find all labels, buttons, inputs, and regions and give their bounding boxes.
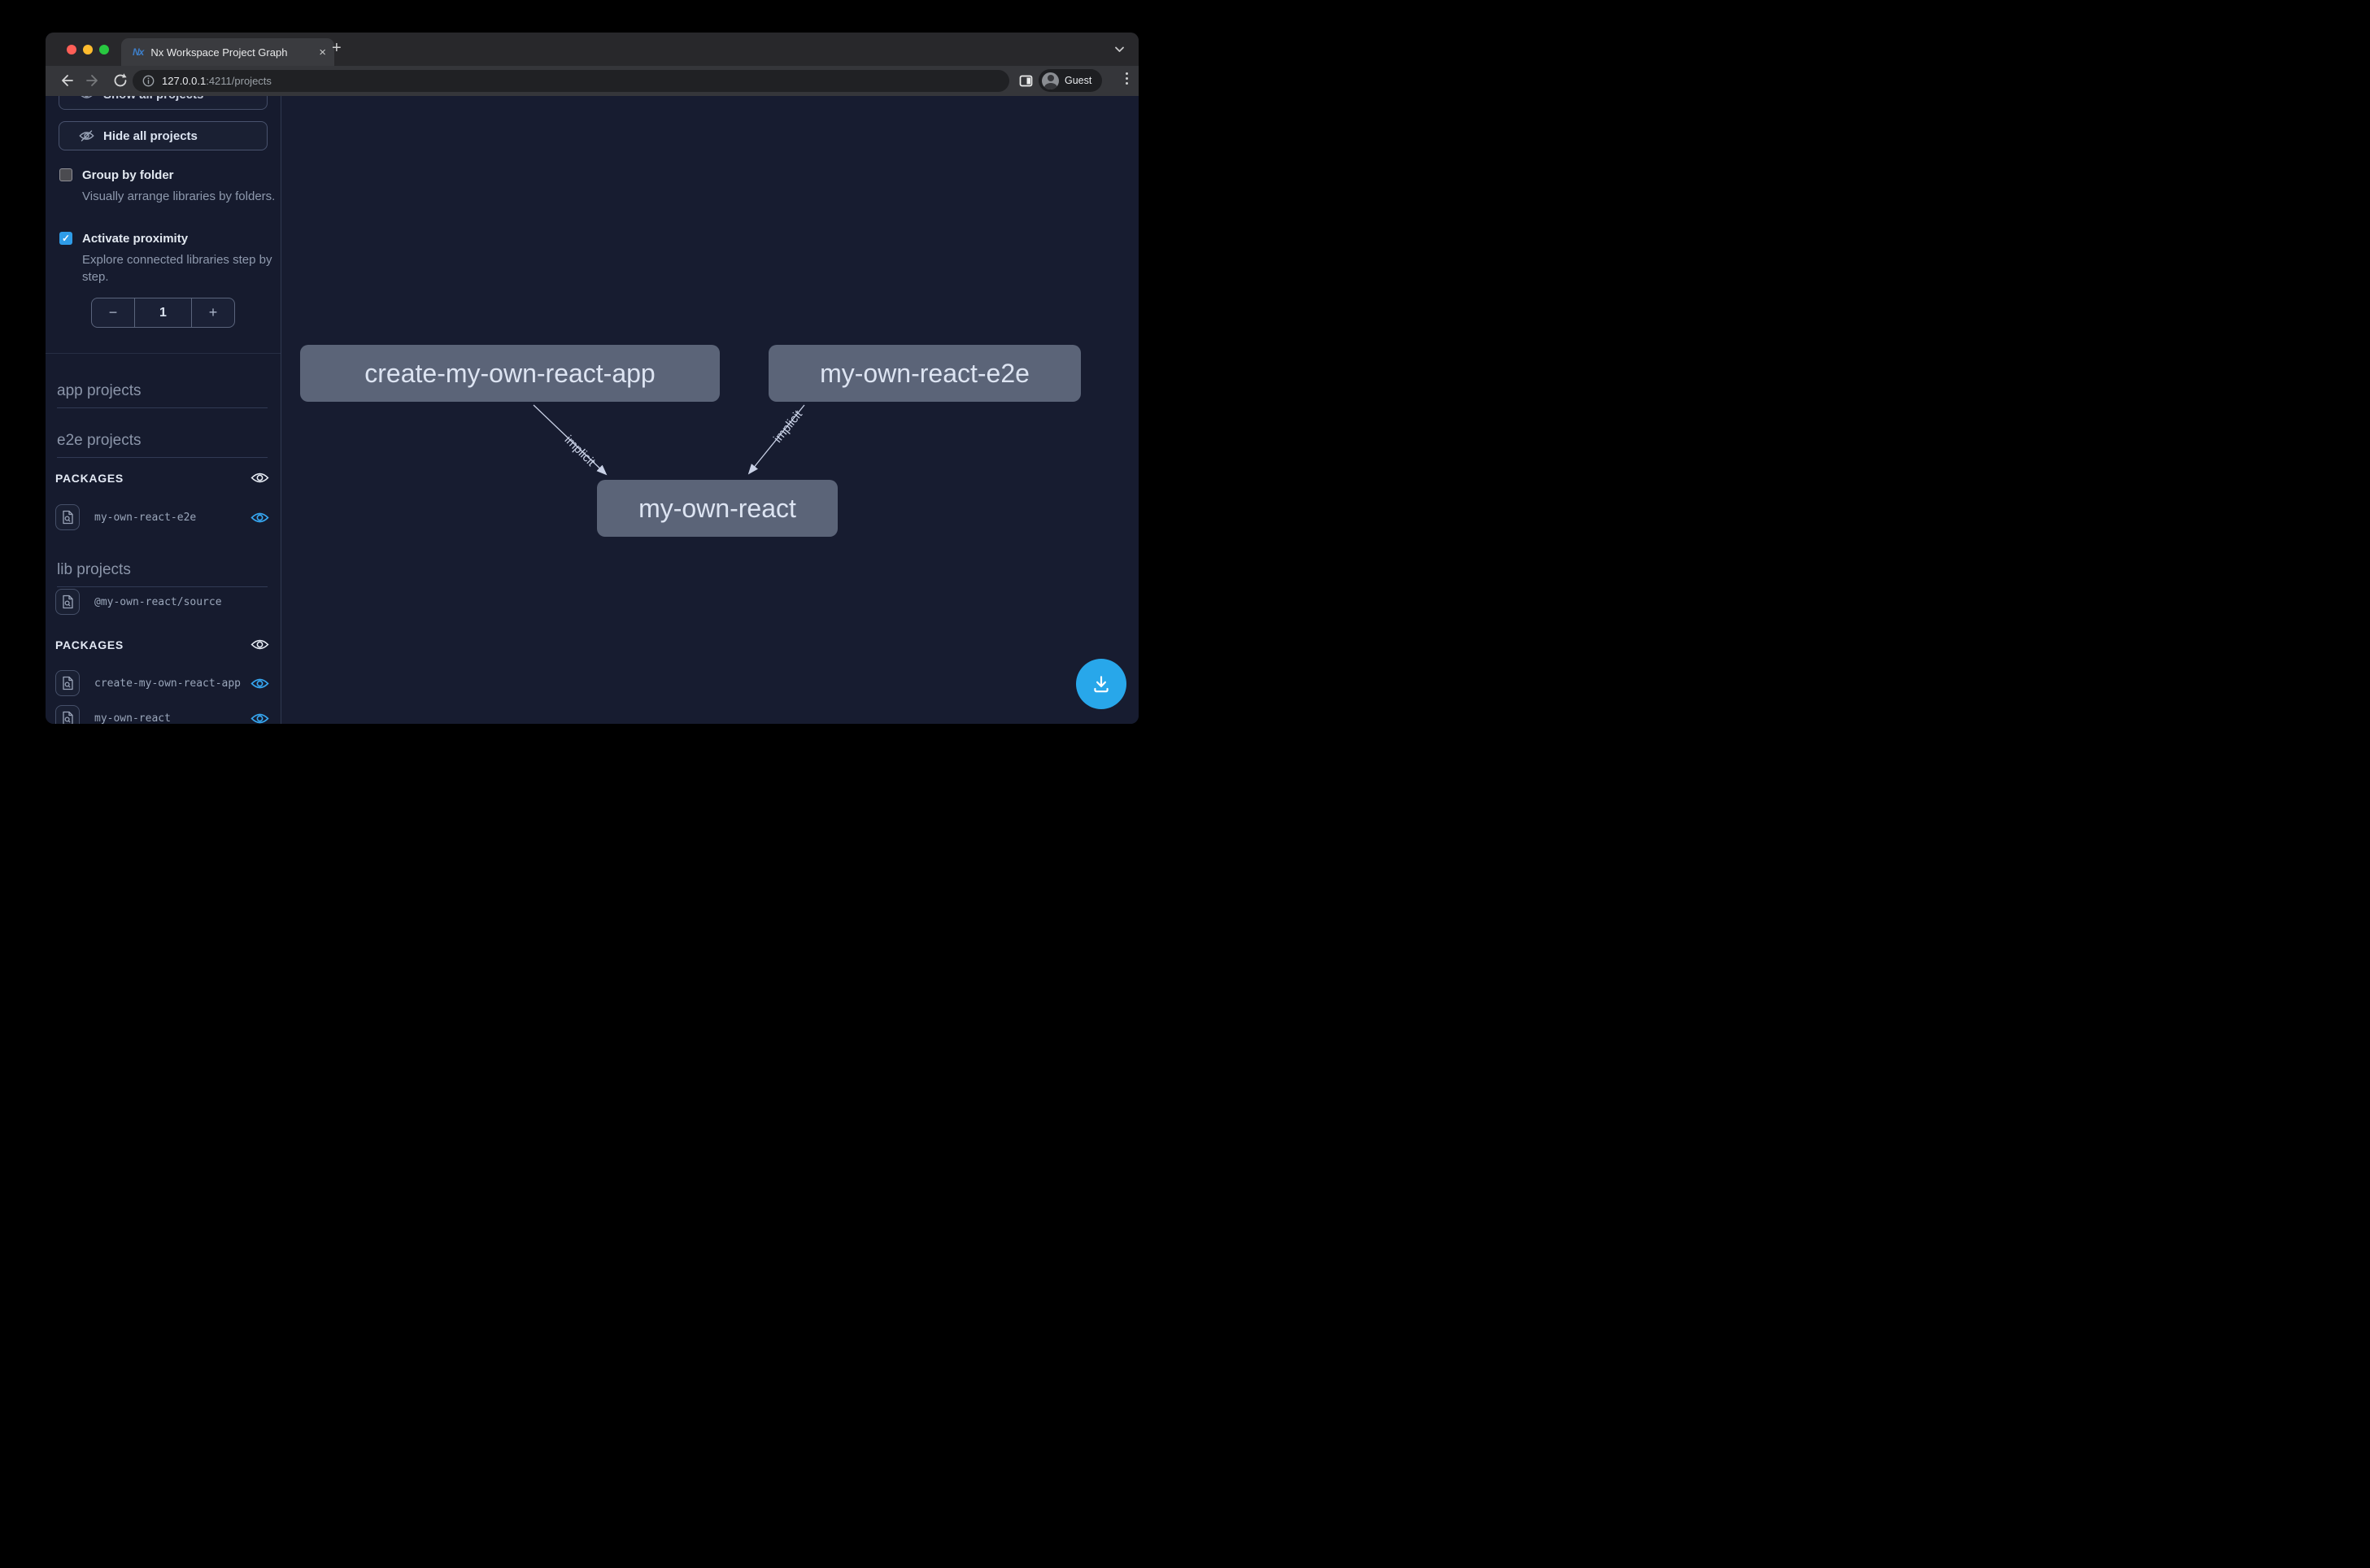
tab-close-icon[interactable]: × — [319, 46, 326, 59]
browser-window: Nx Nx Workspace Project Graph × + 127.0.… — [46, 33, 1139, 724]
section-lib-projects: lib projects — [57, 561, 268, 587]
increment-button[interactable]: + — [192, 298, 234, 327]
url-text: 127.0.0.1:4211/projects — [162, 75, 272, 87]
graph-node-create-my-own-react-app[interactable]: create-my-own-react-app — [300, 345, 720, 402]
graph-edges — [281, 96, 1139, 724]
show-all-projects-label: Show all projects — [103, 96, 203, 102]
focus-project-button[interactable] — [55, 705, 80, 724]
project-name: my-own-react — [94, 712, 171, 725]
packages-header-lib: PACKAGES — [55, 638, 269, 651]
profile-button[interactable]: Guest — [1039, 69, 1102, 92]
download-image-button[interactable] — [1076, 659, 1126, 709]
url-bar[interactable]: 127.0.0.1:4211/projects — [133, 70, 1009, 92]
activate-proximity-option: ✓ Activate proximity Explore connected l… — [59, 231, 271, 285]
nx-logo-icon: Nx — [133, 46, 143, 58]
url-host: 127.0.0.1 — [162, 75, 206, 87]
toggle-project-eye-icon[interactable] — [251, 511, 269, 525]
tab-title: Nx Workspace Project Graph — [150, 46, 287, 59]
back-icon[interactable] — [57, 72, 75, 89]
eye-icon — [79, 96, 94, 100]
toggle-project-eye-icon[interactable] — [251, 712, 269, 725]
section-e2e-projects: e2e projects — [57, 432, 268, 458]
minimize-window-button[interactable] — [83, 45, 93, 54]
packages-title: PACKAGES — [55, 638, 124, 651]
sidebar-divider — [46, 353, 281, 354]
site-info-icon[interactable] — [142, 75, 155, 87]
hide-all-projects-label: Hide all projects — [103, 129, 198, 143]
download-icon — [1091, 673, 1112, 695]
tab-strip: Nx Nx Workspace Project Graph × + — [46, 33, 1139, 66]
graph-node-my-own-react[interactable]: my-own-react — [597, 480, 838, 537]
packages-header-e2e: PACKAGES — [55, 471, 269, 485]
reload-icon[interactable] — [111, 72, 129, 89]
toggle-all-eye-icon[interactable] — [251, 638, 269, 651]
side-panel-icon[interactable] — [1019, 74, 1033, 88]
project-name: create-my-own-react-app — [94, 677, 241, 690]
depth-value: 1 — [135, 298, 192, 327]
focus-project-button[interactable] — [55, 589, 80, 615]
screenshot-root: { "browser": { "tab_title": "Nx Workspac… — [0, 0, 1185, 784]
toggle-all-eye-icon[interactable] — [251, 471, 269, 485]
browser-toolbar: 127.0.0.1:4211/projects Guest — [46, 66, 1139, 96]
profile-label: Guest — [1065, 75, 1091, 86]
focus-project-button[interactable] — [55, 504, 80, 530]
eye-off-icon — [79, 129, 94, 142]
proximity-depth-stepper: − 1 + — [91, 298, 235, 328]
project-graph-canvas[interactable]: implicit implicit create-my-own-react-ap… — [281, 96, 1139, 724]
page-content: Show all projects Hide all projects Grou… — [46, 96, 1139, 724]
project-graph-sidebar: Show all projects Hide all projects Grou… — [46, 96, 281, 724]
group-by-folder-description: Visually arrange libraries by folders. — [82, 188, 281, 205]
group-by-folder-label: Group by folder — [82, 168, 174, 183]
close-window-button[interactable] — [67, 45, 76, 54]
decrement-button[interactable]: − — [92, 298, 135, 327]
hide-all-projects-button[interactable]: Hide all projects — [59, 121, 268, 150]
group-by-folder-option: Group by folder Visually arrange librari… — [59, 168, 271, 205]
packages-title: PACKAGES — [55, 472, 124, 485]
forward-icon[interactable] — [85, 72, 102, 89]
avatar-icon — [1042, 72, 1059, 89]
project-name: my-own-react-e2e — [94, 512, 196, 524]
show-all-projects-button-clipped[interactable]: Show all projects — [59, 96, 268, 110]
zoom-window-button[interactable] — [99, 45, 109, 54]
browser-tab[interactable]: Nx Nx Workspace Project Graph × — [121, 38, 334, 66]
chevron-down-icon[interactable] — [1113, 43, 1126, 55]
section-app-projects: app projects — [57, 382, 268, 408]
browser-menu-icon[interactable] — [1126, 72, 1128, 85]
activate-proximity-description: Explore connected libraries step by step… — [82, 251, 281, 285]
traffic-lights — [67, 45, 109, 54]
group-by-folder-checkbox[interactable] — [59, 168, 72, 181]
activate-proximity-label: Activate proximity — [82, 231, 188, 246]
project-row: my-own-react — [55, 705, 269, 724]
focus-project-button[interactable] — [55, 670, 80, 696]
project-name: @my-own-react/source — [94, 596, 222, 608]
toggle-project-eye-icon[interactable] — [251, 677, 269, 690]
project-row: my-own-react-e2e — [55, 504, 269, 530]
activate-proximity-checkbox[interactable]: ✓ — [59, 232, 72, 245]
project-row: @my-own-react/source — [55, 589, 269, 615]
new-tab-button[interactable]: + — [332, 39, 342, 58]
project-row: create-my-own-react-app — [55, 670, 269, 696]
graph-node-my-own-react-e2e[interactable]: my-own-react-e2e — [769, 345, 1081, 402]
url-path: :4211/projects — [206, 75, 272, 87]
